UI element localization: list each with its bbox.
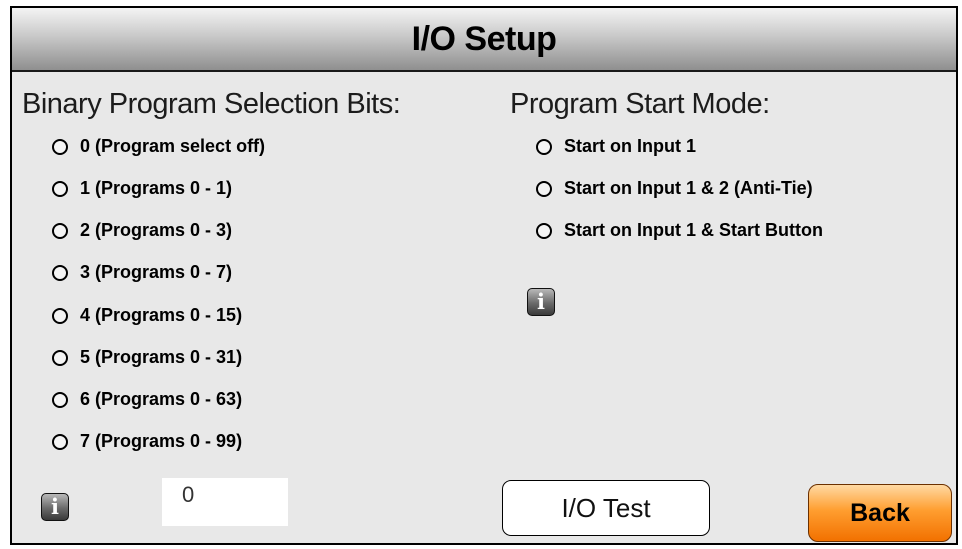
start-mode-heading: Program Start Mode: bbox=[510, 88, 770, 120]
radio-circle-icon bbox=[52, 307, 68, 324]
start-mode-option-anti-tie[interactable]: Start on Input 1 & 2 (Anti-Tie) bbox=[536, 178, 813, 199]
option-label: 5 (Programs 0 - 31) bbox=[80, 347, 243, 367]
page-title: I/O Setup bbox=[411, 19, 557, 58]
binary-option-5[interactable]: 5 (Programs 0 - 31) bbox=[52, 347, 242, 368]
io-setup-screen: I/O Setup Binary Program Selection Bits:… bbox=[10, 6, 958, 545]
option-label: 6 (Programs 0 - 63) bbox=[80, 389, 243, 409]
radio-circle-icon bbox=[536, 222, 552, 239]
info-icon[interactable]: i bbox=[527, 288, 555, 316]
start-mode-option-input-1[interactable]: Start on Input 1 bbox=[536, 136, 696, 157]
option-label: 2 (Programs 0 - 3) bbox=[80, 220, 233, 240]
option-label: Start on Input 1 bbox=[564, 136, 696, 156]
binary-option-7[interactable]: 7 (Programs 0 - 99) bbox=[52, 431, 242, 452]
radio-circle-icon bbox=[52, 433, 68, 450]
binary-selection-heading: Binary Program Selection Bits: bbox=[22, 88, 401, 120]
option-label: 7 (Programs 0 - 99) bbox=[80, 431, 243, 451]
binary-option-6[interactable]: 6 (Programs 0 - 63) bbox=[52, 389, 242, 410]
radio-circle-icon bbox=[52, 349, 68, 366]
radio-circle-icon bbox=[536, 180, 552, 197]
radio-circle-icon bbox=[52, 391, 68, 408]
info-icon[interactable]: i bbox=[41, 493, 69, 521]
option-label: Start on Input 1 & Start Button bbox=[564, 220, 823, 240]
io-test-button[interactable]: I/O Test bbox=[502, 480, 710, 536]
radio-circle-icon bbox=[52, 264, 68, 281]
binary-option-0[interactable]: 0 (Program select off) bbox=[52, 136, 265, 157]
selection-bits-value[interactable]: 0 bbox=[162, 478, 288, 526]
option-label: 3 (Programs 0 - 7) bbox=[80, 262, 233, 282]
option-label: Start on Input 1 & 2 (Anti-Tie) bbox=[564, 178, 813, 198]
start-mode-option-start-button[interactable]: Start on Input 1 & Start Button bbox=[536, 220, 823, 241]
binary-option-1[interactable]: 1 (Programs 0 - 1) bbox=[52, 178, 232, 199]
binary-option-2[interactable]: 2 (Programs 0 - 3) bbox=[52, 220, 232, 241]
title-bar: I/O Setup bbox=[12, 8, 956, 72]
option-label: 0 (Program select off) bbox=[80, 136, 266, 156]
radio-circle-icon bbox=[536, 138, 552, 155]
binary-option-4[interactable]: 4 (Programs 0 - 15) bbox=[52, 305, 242, 326]
radio-circle-icon bbox=[52, 180, 68, 197]
option-label: 1 (Programs 0 - 1) bbox=[80, 178, 233, 198]
back-button[interactable]: Back bbox=[808, 484, 952, 542]
radio-circle-icon bbox=[52, 222, 68, 239]
radio-circle-icon bbox=[52, 138, 68, 155]
binary-option-3[interactable]: 3 (Programs 0 - 7) bbox=[52, 262, 232, 283]
option-label: 4 (Programs 0 - 15) bbox=[80, 305, 243, 325]
